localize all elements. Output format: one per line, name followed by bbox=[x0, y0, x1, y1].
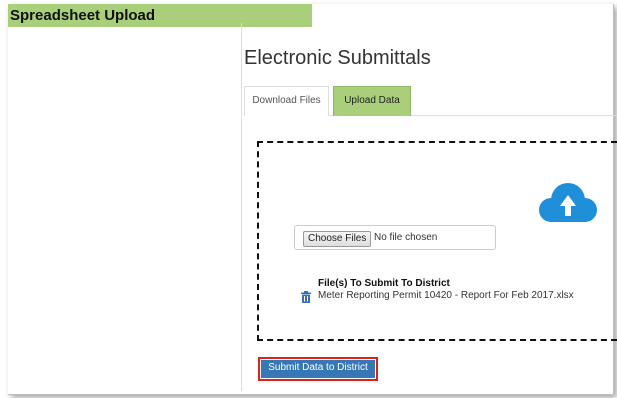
submit-data-button[interactable]: Submit Data to District bbox=[258, 357, 378, 381]
tab-download-files[interactable]: Download Files bbox=[244, 86, 329, 116]
cloud-upload-icon-graphic bbox=[539, 183, 597, 222]
page-title: Electronic Submittals bbox=[244, 47, 431, 69]
trash-icon-graphic bbox=[301, 291, 311, 303]
files-heading: File(s) To Submit To District bbox=[318, 278, 450, 289]
trash-icon[interactable] bbox=[301, 290, 311, 303]
section-header: Spreadsheet Upload bbox=[8, 4, 312, 27]
choose-files-button[interactable]: Choose Files bbox=[303, 231, 372, 247]
sidebar-divider bbox=[241, 23, 242, 391]
file-input[interactable]: Choose Files No file chosen bbox=[294, 225, 496, 250]
tab-bar: Download Files Upload Data bbox=[244, 86, 617, 116]
selected-file-name: Meter Reporting Permit 10420 - Report Fo… bbox=[318, 290, 574, 301]
cloud-upload-icon bbox=[531, 178, 601, 228]
no-file-chosen-text: No file chosen bbox=[374, 232, 438, 243]
tab-upload-data[interactable]: Upload Data bbox=[333, 86, 411, 116]
